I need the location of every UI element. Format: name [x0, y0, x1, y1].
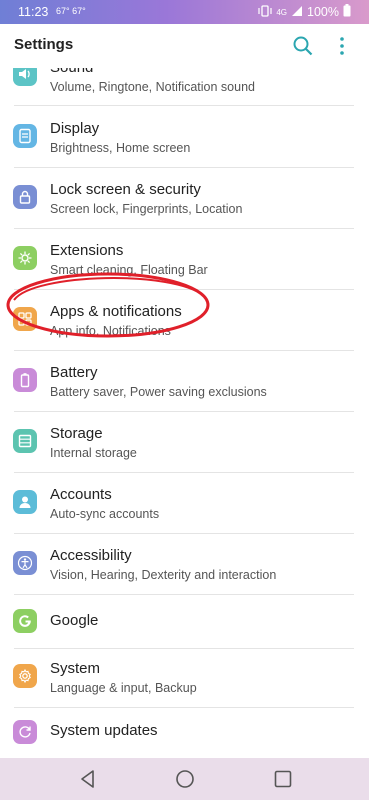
status-temperature: 67° 67°: [56, 6, 86, 16]
accessibility-icon: [13, 551, 37, 575]
recents-icon: [274, 770, 292, 788]
storage-subtitle: Internal storage: [50, 446, 137, 460]
google-label: Google: [50, 612, 99, 629]
system-gear-icon: [13, 664, 37, 688]
settings-item-accessibility[interactable]: Accessibility Vision, Hearing, Dexterity…: [0, 533, 369, 594]
battery-subtitle: Battery saver, Power saving exclusions: [50, 385, 267, 399]
settings-item-storage[interactable]: Storage Internal storage: [0, 411, 369, 472]
status-bar: 11:23 67° 67° 4G 100%: [0, 0, 369, 24]
settings-item-accounts[interactable]: Accounts Auto-sync accounts: [0, 472, 369, 533]
settings-item-display[interactable]: Display Brightness, Home screen: [0, 106, 369, 167]
status-right: 4G 100%: [258, 4, 351, 20]
extensions-label: Extensions: [50, 242, 124, 259]
settings-screen: Sound Volume, Ringtone, Notification sou…: [0, 24, 369, 758]
battery-percent: 100%: [307, 5, 339, 19]
settings-item-battery[interactable]: Battery Battery saver, Power saving excl…: [0, 350, 369, 411]
storage-label: Storage: [50, 425, 103, 442]
extensions-icon: [13, 246, 37, 270]
system-updates-label: System updates: [50, 722, 158, 739]
apps-notifications-subtitle: App info, Notifications: [50, 324, 171, 338]
google-icon: [13, 609, 37, 633]
apps-grid-icon: [13, 307, 37, 331]
status-time: 11:23: [18, 5, 49, 19]
more-options-button[interactable]: [332, 33, 352, 59]
back-button[interactable]: [77, 768, 99, 790]
app-bar: Settings: [0, 24, 369, 68]
lock-icon: [13, 185, 37, 209]
settings-item-extensions[interactable]: Extensions Smart cleaning, Floating Bar: [0, 228, 369, 289]
navigation-bar: [0, 758, 369, 800]
display-subtitle: Brightness, Home screen: [50, 141, 191, 155]
home-icon: [176, 770, 194, 788]
settings-item-system[interactable]: System Language & input, Backup: [0, 648, 369, 709]
search-button[interactable]: [290, 33, 316, 59]
battery-label: Battery: [50, 364, 98, 381]
settings-item-google[interactable]: Google: [0, 594, 369, 655]
recents-button[interactable]: [272, 768, 294, 790]
lock-screen-label: Lock screen & security: [50, 181, 201, 198]
settings-item-system-updates[interactable]: System updates: [0, 707, 369, 758]
system-update-icon: [13, 720, 37, 744]
settings-item-apps-notifications[interactable]: Apps & notifications App info, Notificat…: [0, 289, 369, 350]
sound-subtitle: Volume, Ringtone, Notification sound: [50, 80, 255, 94]
search-icon: [293, 36, 313, 56]
home-button[interactable]: [174, 768, 196, 790]
more-vert-icon: [340, 37, 344, 55]
battery-icon: [13, 368, 37, 392]
back-icon: [81, 770, 94, 788]
signal-icon: [291, 5, 303, 20]
battery-status-icon: [343, 4, 351, 20]
page-title: Settings: [14, 36, 74, 53]
accounts-label: Accounts: [50, 486, 112, 503]
display-label: Display: [50, 120, 100, 137]
account-icon: [13, 490, 37, 514]
storage-icon: [13, 429, 37, 453]
vibrate-icon: [258, 4, 272, 20]
accessibility-label: Accessibility: [50, 547, 132, 564]
lock-screen-subtitle: Screen lock, Fingerprints, Location: [50, 202, 243, 216]
display-icon: [13, 124, 37, 148]
system-subtitle: Language & input, Backup: [50, 681, 197, 695]
system-label: System: [50, 660, 101, 677]
accounts-subtitle: Auto-sync accounts: [50, 507, 160, 521]
accessibility-subtitle: Vision, Hearing, Dexterity and interacti…: [50, 568, 277, 582]
extensions-subtitle: Smart cleaning, Floating Bar: [50, 263, 208, 277]
apps-notifications-label: Apps & notifications: [50, 303, 182, 320]
network-type: 4G: [276, 7, 288, 17]
settings-item-lock-screen[interactable]: Lock screen & security Screen lock, Fing…: [0, 167, 369, 228]
